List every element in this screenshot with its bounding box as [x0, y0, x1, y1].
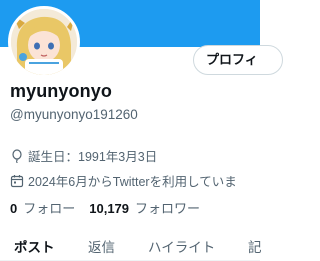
- calendar-icon: [10, 174, 24, 187]
- display-name: myunyonyo: [10, 81, 112, 101]
- profile-tabs: ポスト 返信 ハイライト 記: [0, 225, 262, 261]
- birthday-text: 誕生日：1991年3月3日: [28, 150, 158, 164]
- followers-label: フォロワー: [135, 201, 201, 216]
- edit-profile-button[interactable]: プロフィ: [193, 45, 283, 75]
- followers-count: 10,179: [89, 201, 130, 216]
- following-label: フォロー: [23, 201, 76, 216]
- avatar-illustration: [11, 9, 77, 75]
- followers-link[interactable]: 10,179 フォロワー: [89, 198, 200, 217]
- following-count: 0: [10, 201, 18, 216]
- tab-replies[interactable]: 返信: [88, 236, 115, 256]
- avatar[interactable]: [8, 6, 80, 78]
- user-handle: @myunyonyo191260: [10, 107, 138, 122]
- balloon-icon: [12, 148, 22, 163]
- birthday-row: 誕生日：1991年3月3日: [10, 146, 157, 165]
- following-link[interactable]: 0 フォロー: [10, 198, 75, 217]
- tab-articles[interactable]: 記: [248, 236, 262, 256]
- joined-row: 2024年6月からTwitterを利用していま: [10, 171, 237, 190]
- tab-posts[interactable]: ポスト: [14, 236, 55, 256]
- tab-highlights[interactable]: ハイライト: [148, 236, 215, 256]
- follow-stats: 0 フォロー 10,179 フォロワー: [10, 198, 214, 217]
- joined-text: 2024年6月からTwitterを利用していま: [28, 175, 237, 189]
